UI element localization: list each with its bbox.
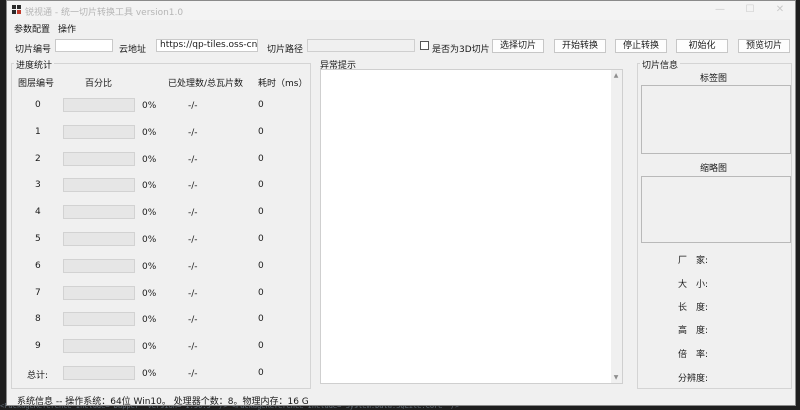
- row-count: -/-: [188, 101, 198, 111]
- row-time: 0: [258, 261, 264, 271]
- row-count: -/-: [188, 289, 198, 299]
- label-image-title: 标签图: [700, 74, 728, 84]
- progress-bar: [63, 152, 135, 166]
- minimize-icon[interactable]: —: [705, 2, 735, 18]
- row-time: 0: [258, 127, 264, 137]
- row-percent: 0%: [142, 369, 157, 379]
- row-layer: 5: [35, 234, 41, 244]
- row-percent: 0%: [142, 155, 157, 165]
- row-layer: 3: [35, 180, 41, 190]
- progress-bar: [63, 312, 135, 326]
- row-time: 0: [258, 288, 264, 298]
- info-height: 高 度:: [678, 326, 709, 336]
- col-percent-header: 百分比: [85, 79, 113, 89]
- row-percent: 0%: [142, 181, 157, 191]
- row-time: 0: [258, 154, 264, 164]
- row-layer: 9: [35, 341, 41, 351]
- progress-group: [11, 63, 311, 389]
- info-vendor: 厂 家:: [678, 256, 709, 266]
- info-magnification: 倍 率:: [678, 350, 709, 360]
- row-time: 0: [258, 180, 264, 190]
- row-count: -/-: [188, 262, 198, 272]
- row-time: 0: [258, 314, 264, 324]
- initialize-button[interactable]: 初始化: [676, 39, 728, 53]
- row-layer: 总计:: [27, 371, 49, 381]
- cloud-label: 云地址: [119, 45, 147, 55]
- progress-bar: [63, 125, 135, 139]
- row-percent: 0%: [142, 289, 157, 299]
- tile-id-label: 切片编号: [15, 45, 52, 55]
- info-title: 切片信息: [640, 58, 681, 71]
- thumbnail-image: [641, 176, 791, 243]
- row-layer: 7: [35, 288, 41, 298]
- select-tile-button[interactable]: 选择切片: [492, 39, 544, 53]
- app-logo-icon: [12, 5, 22, 15]
- progress-bar: [63, 259, 135, 273]
- row-layer: 0: [35, 100, 41, 110]
- row-percent: 0%: [142, 128, 157, 138]
- start-convert-button[interactable]: 开始转换: [554, 39, 606, 53]
- info-width: 长 度:: [678, 303, 709, 313]
- close-icon[interactable]: ✕: [765, 2, 795, 18]
- path-label: 切片路径: [267, 45, 304, 55]
- label-image: [641, 85, 791, 154]
- row-layer: 6: [35, 261, 41, 271]
- preview-tile-button[interactable]: 预览切片: [738, 39, 790, 53]
- menu-params[interactable]: 参数配置: [14, 22, 50, 35]
- row-count: -/-: [188, 208, 198, 218]
- col-count-header: 已处理数/总瓦片数: [168, 79, 244, 89]
- progress-bar: [63, 205, 135, 219]
- row-layer: 8: [35, 314, 41, 324]
- tile-id-input[interactable]: [55, 39, 113, 52]
- status-bar: 系统信息 -- 操作系统：64位 Win10。 处理器个数：8。物理内存：16 …: [17, 397, 309, 407]
- scroll-down-icon[interactable]: ▼: [611, 374, 621, 381]
- row-percent: 0%: [142, 208, 157, 218]
- title-bar[interactable]: 锐视通 - 统一切片转换工具 version1.0 — ☐ ✕: [7, 1, 795, 20]
- progress-bar: [63, 98, 135, 112]
- row-layer: 2: [35, 154, 41, 164]
- row-time: 0: [258, 207, 264, 217]
- info-size: 大 小:: [678, 280, 709, 290]
- progress-bar: [63, 366, 135, 380]
- progress-bar: [63, 178, 135, 192]
- col-layer-header: 图层编号: [18, 79, 55, 89]
- row-layer: 4: [35, 207, 41, 217]
- row-layer: 1: [35, 127, 41, 137]
- is-3d-checkbox[interactable]: [420, 41, 429, 50]
- row-percent: 0%: [142, 315, 157, 325]
- row-percent: 0%: [142, 101, 157, 111]
- is-3d-label: 是否为3D切片: [432, 45, 490, 55]
- errors-scrollbar[interactable]: ▲ ▼: [611, 70, 622, 383]
- col-time-header: 耗时（ms）: [258, 79, 308, 89]
- row-count: -/-: [188, 315, 198, 325]
- row-count: -/-: [188, 181, 198, 191]
- window-title: 锐视通 - 统一切片转换工具 version1.0: [25, 8, 184, 18]
- progress-bar: [63, 339, 135, 353]
- row-time: 0: [258, 234, 264, 244]
- progress-bar: [63, 286, 135, 300]
- errors-textarea[interactable]: ▲ ▼: [320, 69, 623, 384]
- maximize-icon[interactable]: ☐: [735, 2, 765, 18]
- row-time: 0: [258, 341, 264, 351]
- row-count: -/-: [188, 369, 198, 379]
- menu-operate[interactable]: 操作: [58, 22, 76, 35]
- row-count: -/-: [188, 235, 198, 245]
- tile-path-input[interactable]: [307, 39, 415, 52]
- row-time: 0: [258, 100, 264, 110]
- row-count: -/-: [188, 128, 198, 138]
- cloud-address-input[interactable]: https://qp-tiles.oss-cn-ha: [156, 39, 258, 52]
- row-percent: 0%: [142, 262, 157, 272]
- progress-title: 进度统计: [14, 58, 55, 71]
- row-count: -/-: [188, 342, 198, 352]
- progress-bar: [63, 232, 135, 246]
- stop-convert-button[interactable]: 停止转换: [615, 39, 667, 53]
- row-time: 0: [258, 368, 264, 378]
- row-percent: 0%: [142, 342, 157, 352]
- info-resolution: 分辨度:: [678, 374, 709, 384]
- row-count: -/-: [188, 155, 198, 165]
- scroll-up-icon[interactable]: ▲: [611, 72, 621, 79]
- row-percent: 0%: [142, 235, 157, 245]
- app-window: 锐视通 - 统一切片转换工具 version1.0 — ☐ ✕ 参数配置 操作 …: [6, 0, 796, 407]
- thumbnail-title: 缩略图: [700, 164, 728, 174]
